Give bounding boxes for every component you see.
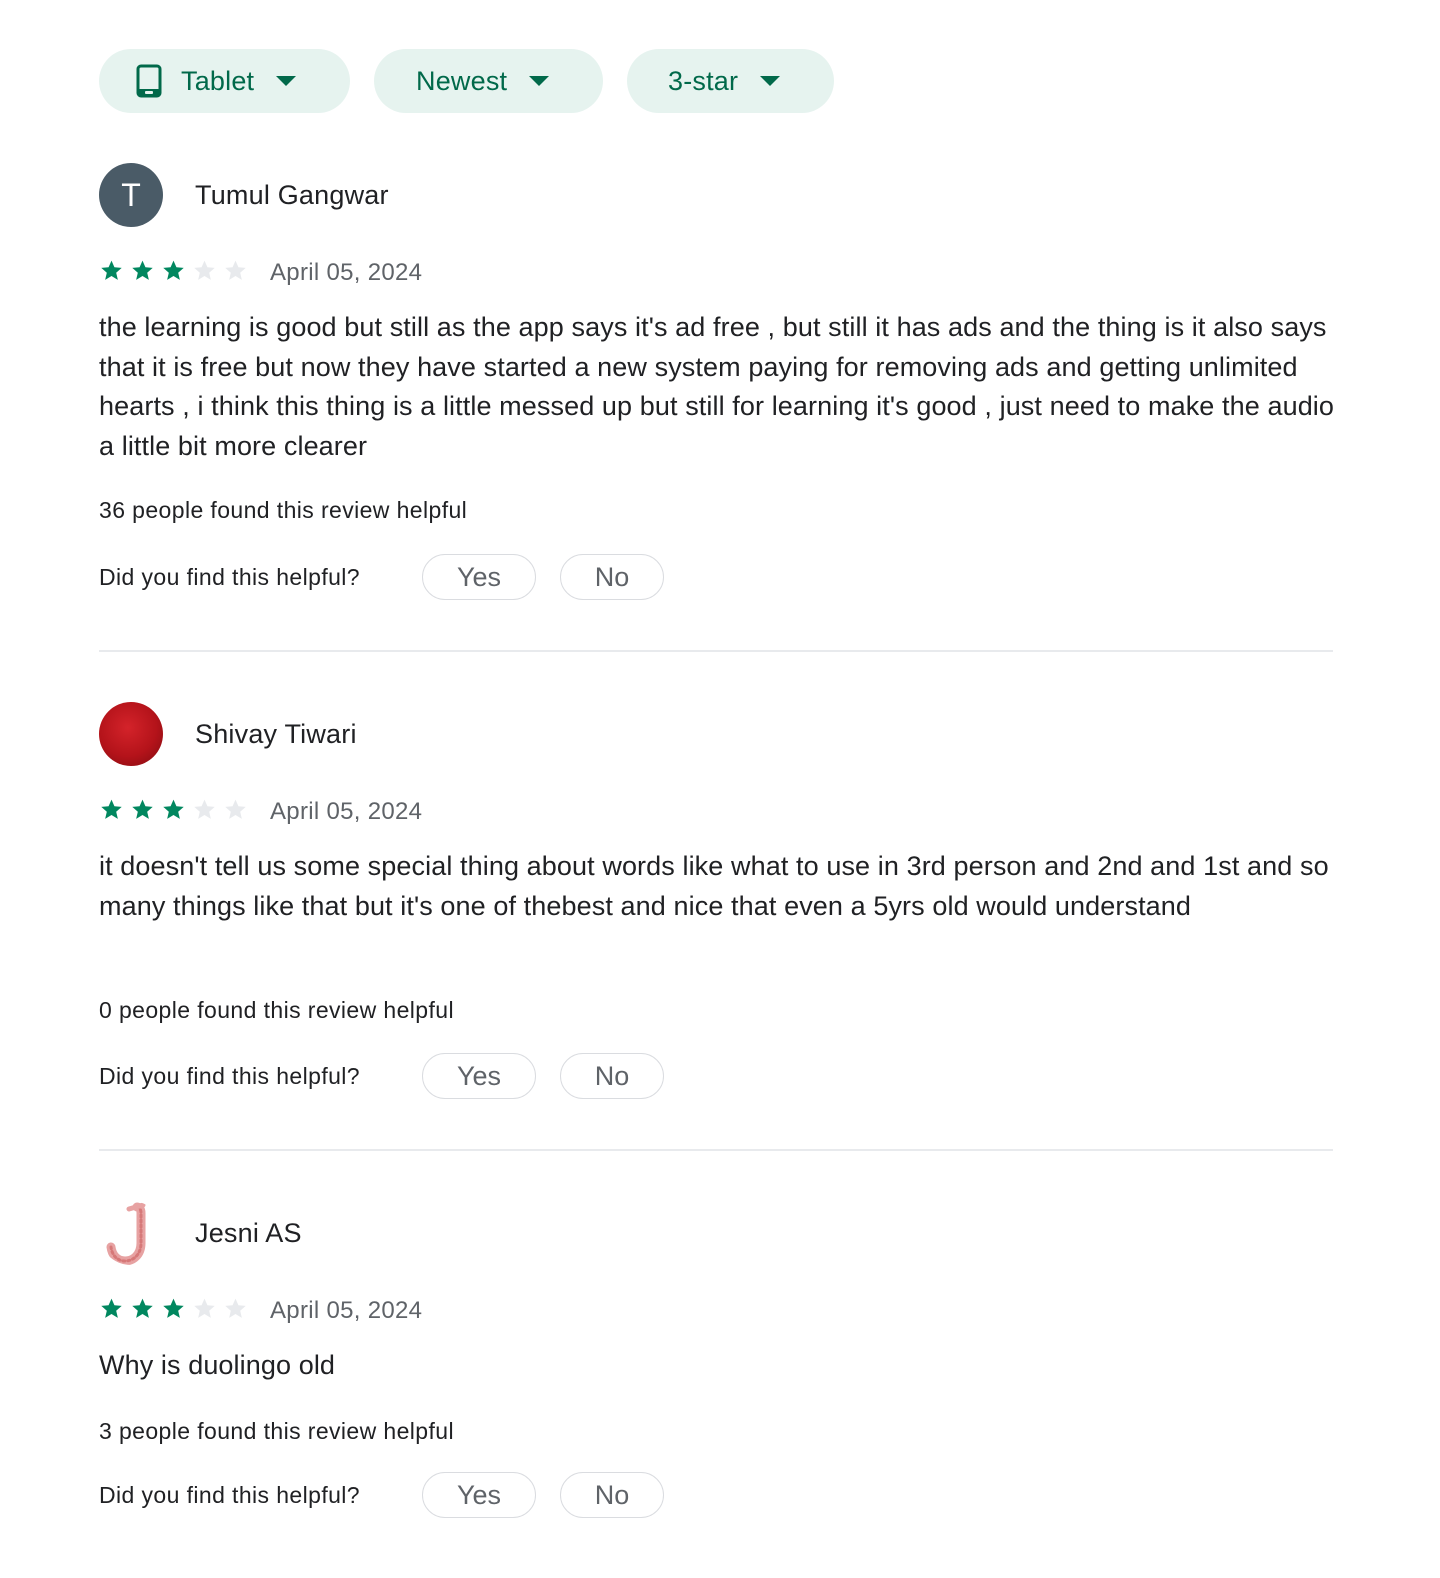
tablet-icon — [135, 64, 163, 98]
rating-row: April 05, 2024 — [99, 794, 422, 830]
helpful-question: Did you find this helpful? — [99, 1481, 360, 1508]
star-empty-icon — [194, 799, 215, 819]
star-filled-icon — [101, 1298, 122, 1318]
review-header: Shivay Tiwari — [99, 702, 357, 766]
reviewer-name: Jesni AS — [195, 1217, 302, 1248]
star-filled-icon — [163, 1298, 184, 1318]
star-empty-icon — [194, 260, 215, 280]
reviewer-name: Shivay Tiwari — [195, 718, 357, 749]
star-filled-icon — [132, 1298, 153, 1318]
avatar: T — [99, 163, 163, 227]
helpful-question: Did you find this helpful? — [99, 1062, 360, 1089]
divider — [99, 1149, 1333, 1151]
star-rating — [99, 258, 248, 283]
helpful-question: Did you find this helpful? — [99, 563, 360, 590]
helpful-vote-row: Did you find this helpful? Yes No — [99, 1052, 664, 1100]
no-button[interactable]: No — [560, 1053, 664, 1099]
review-header: Jesni AS — [99, 1201, 302, 1265]
star-filled-icon — [101, 799, 122, 819]
review-date: April 05, 2024 — [270, 259, 423, 286]
star-filled-icon — [132, 799, 153, 819]
device-filter-label: Tablet — [181, 65, 255, 96]
helpful-count: 0 people found this review helpful — [99, 997, 454, 1023]
yes-button[interactable]: Yes — [422, 1472, 536, 1518]
review-text: it doesn't tell us some special thing ab… — [99, 851, 1329, 921]
review-date: April 05, 2024 — [270, 1297, 423, 1324]
helpful-count: 36 people found this review helpful — [99, 497, 468, 523]
star-empty-icon — [225, 799, 246, 819]
star-rating — [99, 1296, 248, 1321]
device-filter-chip[interactable]: Tablet — [99, 49, 350, 113]
review-text: the learning is good but still as the ap… — [99, 312, 1335, 462]
star-filled-icon — [163, 260, 184, 280]
review-text: Why is duolingo old — [99, 1350, 336, 1380]
rating-row: April 05, 2024 — [99, 1293, 422, 1329]
star-empty-icon — [225, 260, 246, 280]
star-empty-icon — [225, 1298, 246, 1318]
avatar-letter-art — [106, 1202, 146, 1265]
review-header: T Tumul Gangwar — [99, 163, 389, 227]
yes-button[interactable]: Yes — [422, 1053, 536, 1099]
star-filled-icon — [163, 799, 184, 819]
review-filters: Tablet Newest 3-star — [99, 49, 834, 113]
rating-row: April 05, 2024 — [99, 255, 422, 291]
avatar — [99, 1201, 163, 1265]
chevron-down-icon — [276, 76, 297, 86]
avatar — [99, 702, 163, 766]
yes-button[interactable]: Yes — [422, 554, 536, 600]
rating-filter-label: 3-star — [668, 65, 739, 96]
sort-filter-label: Newest — [416, 65, 508, 96]
review-date: April 05, 2024 — [270, 798, 423, 825]
helpful-vote-row: Did you find this helpful? Yes No — [99, 1471, 664, 1519]
helpful-vote-row: Did you find this helpful? Yes No — [99, 553, 664, 601]
chevron-down-icon — [529, 76, 550, 86]
star-rating — [99, 797, 248, 822]
reviewer-name: Tumul Gangwar — [195, 179, 389, 210]
star-filled-icon — [101, 260, 122, 280]
star-empty-icon — [194, 1298, 215, 1318]
no-button[interactable]: No — [560, 554, 664, 600]
no-button[interactable]: No — [560, 1472, 664, 1518]
rating-filter-chip[interactable]: 3-star — [627, 49, 834, 113]
helpful-count: 3 people found this review helpful — [99, 1418, 454, 1444]
avatar-letter: T — [121, 176, 141, 213]
divider — [99, 650, 1333, 652]
chevron-down-icon — [760, 76, 781, 86]
sort-filter-chip[interactable]: Newest — [374, 49, 603, 113]
star-filled-icon — [132, 260, 153, 280]
